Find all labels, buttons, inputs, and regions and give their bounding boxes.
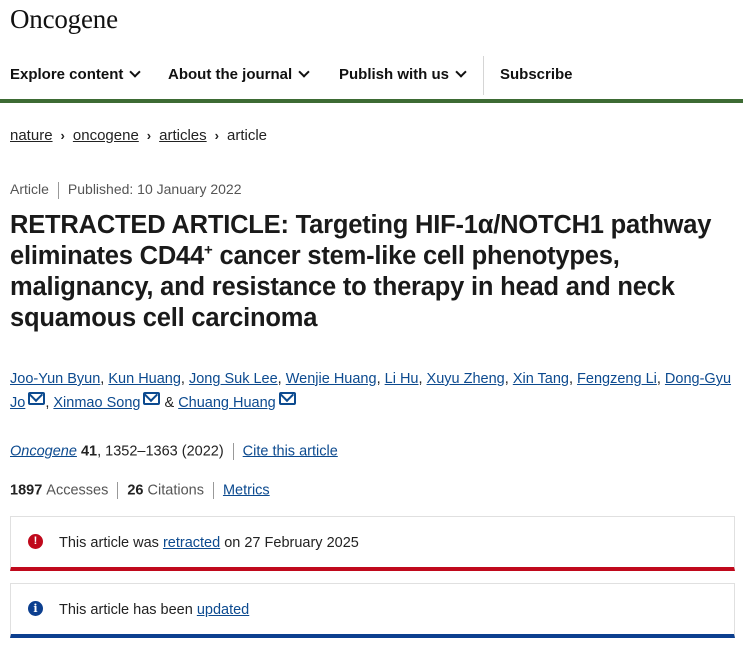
alert-icon: ! (28, 534, 43, 549)
author-and: & (160, 395, 179, 411)
chevron-down-icon (455, 66, 467, 78)
chevron-right-icon: › (214, 128, 219, 143)
page-range: , 1352–1363 (2022) (97, 443, 224, 460)
author-link[interactable]: Li Hu (385, 371, 419, 387)
volume-number: 41 (80, 443, 98, 460)
citations-label: Citations (147, 482, 204, 499)
retraction-text-before: This article was (59, 535, 163, 551)
nav-explore-content[interactable]: Explore content (10, 66, 142, 83)
author-list: Joo-Yun Byun, Kun Huang, Jong Suk Lee, W… (10, 367, 740, 415)
journal-link[interactable]: Oncogene (10, 443, 77, 459)
email-icon[interactable] (143, 392, 161, 405)
chevron-down-icon (298, 66, 310, 78)
author-separator: , (277, 371, 286, 387)
author-link[interactable]: Jong Suk Lee (189, 371, 278, 387)
author-link[interactable]: Fengzeng Li (577, 371, 657, 387)
article-title: RETRACTED ARTICLE: Targeting HIF-1α/NOTC… (10, 210, 735, 334)
article-meta: Article Published: 10 January 2022 (10, 181, 241, 199)
nav-subscribe-label: Subscribe (500, 66, 573, 83)
chevron-down-icon (129, 66, 142, 78)
author-link[interactable]: Chuang Huang (178, 395, 276, 411)
author-separator: , (376, 371, 385, 387)
citation-line: Oncogene 41, 1352–1363 (2022) Cite this a… (10, 443, 338, 460)
update-text: This article has been updated (59, 602, 249, 618)
nav-about-journal[interactable]: About the journal (168, 66, 310, 83)
updated-link[interactable]: updated (197, 602, 249, 618)
retraction-notice: ! This article was retracted on 27 Febru… (10, 516, 735, 571)
nav-explore-content-label: Explore content (10, 66, 124, 83)
info-icon: i (28, 601, 43, 616)
nav-about-journal-label: About the journal (168, 66, 293, 83)
author-separator: , (656, 371, 665, 387)
author-link[interactable]: Xuyu Zheng (427, 371, 505, 387)
nav-publish-with-us-label: Publish with us (339, 66, 450, 83)
author-separator: , (180, 371, 189, 387)
metrics-divider (117, 482, 119, 499)
retraction-text: This article was retracted on 27 Februar… (59, 535, 359, 551)
article-type: Article (10, 181, 49, 197)
cite-this-article-link[interactable]: Cite this article (243, 443, 338, 459)
update-text-before: This article has been (59, 602, 197, 618)
publish-date: Published: 10 January 2022 (67, 181, 242, 197)
breadcrumb-nature[interactable]: nature (10, 127, 53, 144)
author-link[interactable]: Xinmao Song (53, 395, 140, 411)
main-nav: Explore content About the journal Publis… (0, 52, 743, 103)
author-link[interactable]: Xin Tang (513, 371, 569, 387)
author-separator: , (504, 371, 513, 387)
chevron-right-icon: › (60, 128, 65, 143)
metrics-divider (212, 482, 214, 499)
author-separator: , (568, 371, 578, 387)
author-separator: , (418, 371, 427, 387)
nav-publish-with-us[interactable]: Publish with us (339, 66, 467, 83)
author-link[interactable]: Wenjie Huang (286, 371, 377, 387)
breadcrumb-articles[interactable]: articles (159, 127, 207, 144)
citation-divider (232, 443, 234, 460)
site-logo[interactable]: Oncogene (10, 4, 118, 35)
retracted-link[interactable]: retracted (163, 535, 220, 551)
email-icon[interactable] (28, 392, 46, 405)
breadcrumb-current: article (227, 127, 268, 144)
update-notice: i This article has been updated (10, 583, 735, 638)
accesses-count: 1897 (10, 482, 43, 499)
nav-divider (483, 56, 484, 95)
author-link[interactable]: Kun Huang (108, 371, 181, 387)
email-icon[interactable] (278, 392, 296, 405)
nav-subscribe[interactable]: Subscribe (500, 66, 573, 83)
metrics-line: 1897 Accesses 26 Citations Metrics (10, 482, 270, 499)
retraction-text-after: on 27 February 2025 (220, 535, 359, 551)
accesses-label: Accesses (46, 482, 109, 499)
breadcrumb-oncogene[interactable]: oncogene (73, 127, 139, 144)
chevron-right-icon: › (146, 128, 152, 143)
article-title-superscript: + (204, 241, 213, 259)
citations-count: 26 (127, 482, 144, 499)
breadcrumb: nature › oncogene › articles › article (10, 127, 267, 144)
author-link[interactable]: Joo-Yun Byun (10, 371, 100, 387)
meta-divider (57, 181, 59, 199)
metrics-link[interactable]: Metrics (223, 482, 270, 498)
